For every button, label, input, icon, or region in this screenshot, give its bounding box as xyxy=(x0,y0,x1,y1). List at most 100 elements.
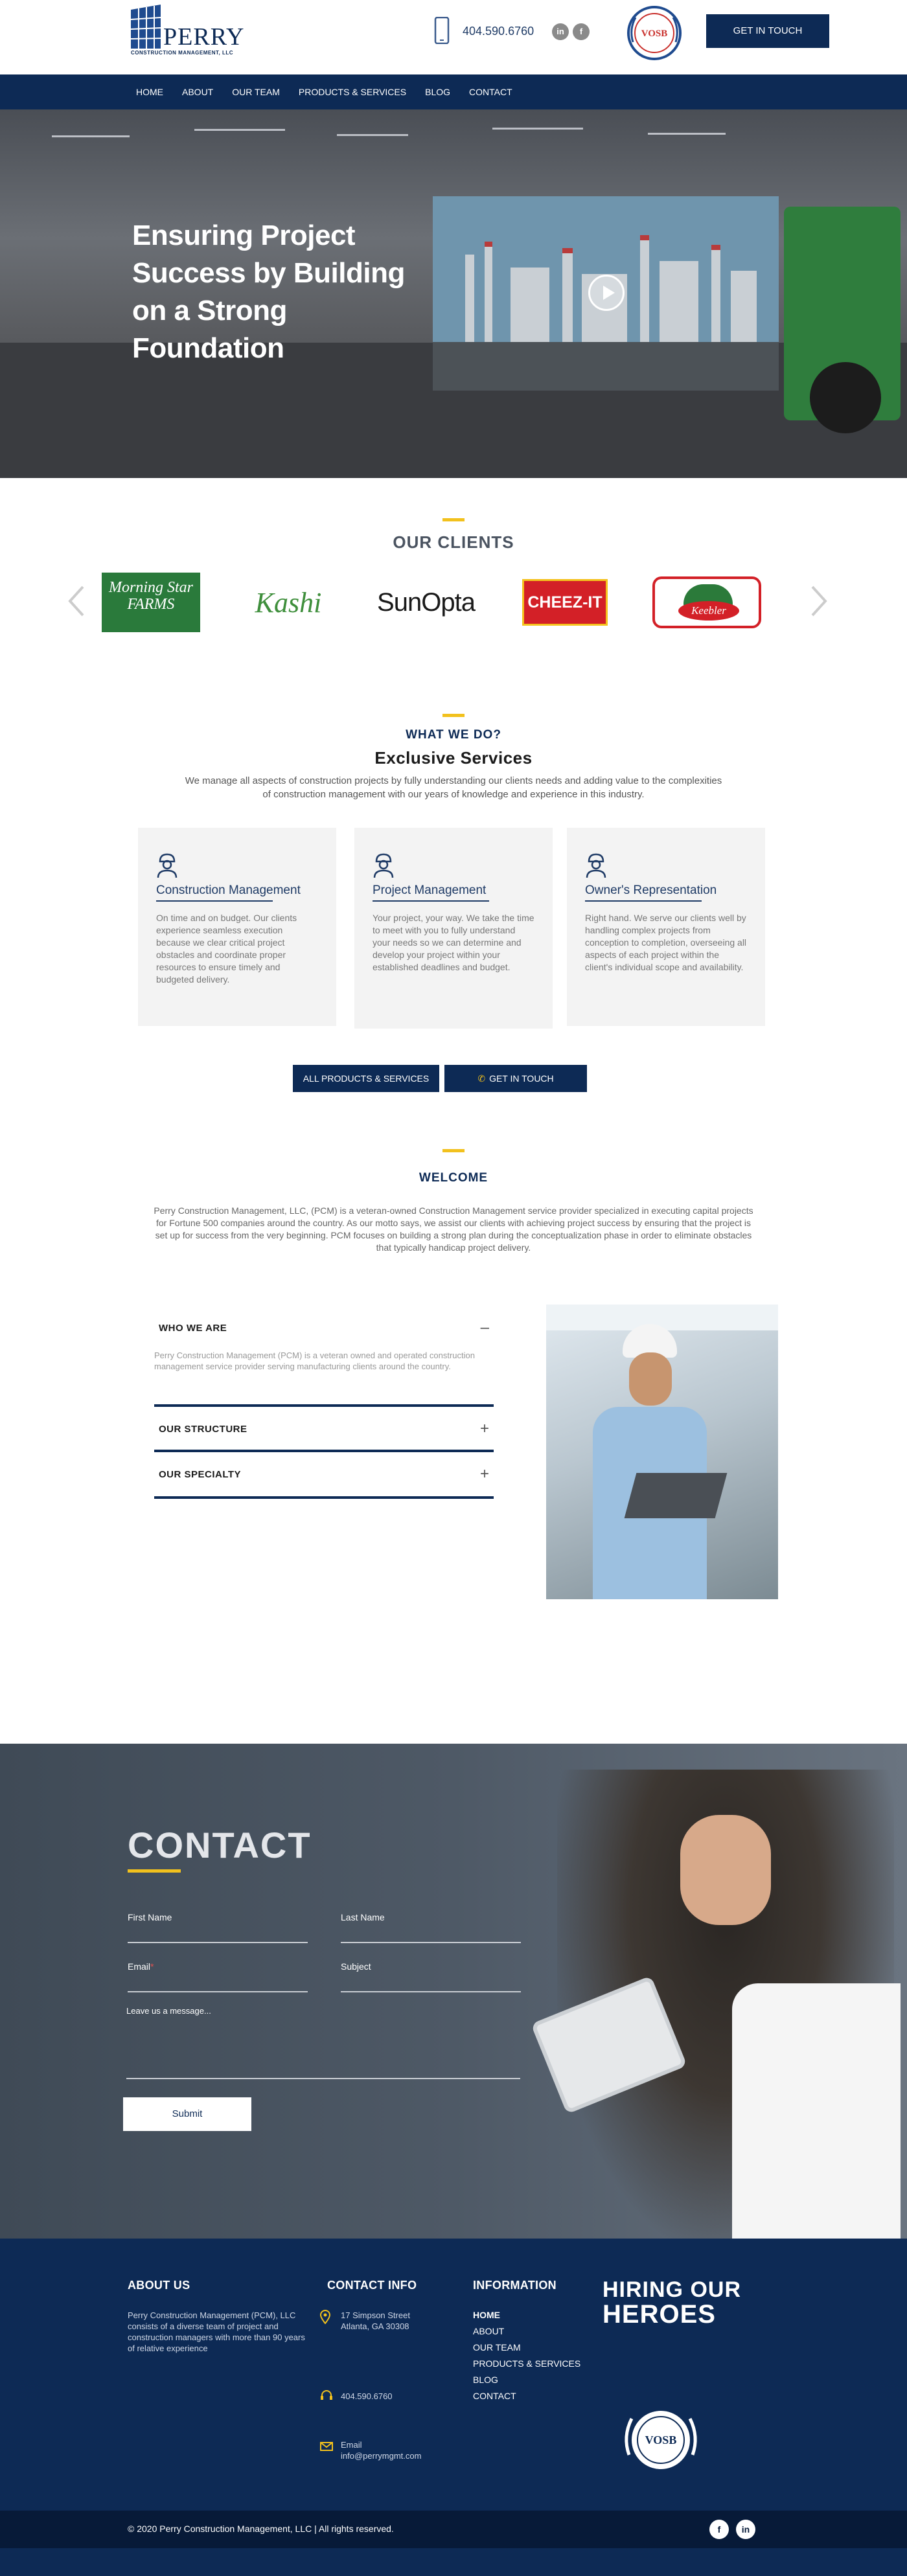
footer-info-title: INFORMATION xyxy=(473,2279,557,2292)
client-logo-keebler: Keebler xyxy=(651,573,763,632)
nav-list: HOME ABOUT OUR TEAM PRODUCTS & SERVICES … xyxy=(136,74,531,109)
field-underline xyxy=(128,1991,308,1992)
get-in-touch-button-secondary[interactable]: ✆ GET IN TOUCH xyxy=(444,1065,587,1092)
footer-link-about[interactable]: ABOUT xyxy=(473,2326,504,2336)
hero-title: Ensuring Project Success by Building on … xyxy=(132,220,405,364)
page-end-bar xyxy=(0,2548,907,2576)
main-navigation: HOME ABOUT OUR TEAM PRODUCTS & SERVICES … xyxy=(0,74,907,109)
nav-item-contact[interactable]: CONTACT xyxy=(469,74,512,109)
nav-item-blog[interactable]: BLOG xyxy=(425,74,450,109)
footer-phone[interactable]: 404.590.6760 xyxy=(341,2391,393,2402)
services-kicker: WHAT WE DO? xyxy=(406,728,501,742)
nav-item-about[interactable]: ABOUT xyxy=(182,74,213,109)
message-field[interactable] xyxy=(126,2018,520,2070)
service-card-construction[interactable]: Construction Management On time and on b… xyxy=(138,828,336,1026)
building-logo-icon xyxy=(130,5,161,49)
brand-subtitle: CONSTRUCTION MANAGEMENT, LLC xyxy=(131,50,233,56)
field-underline xyxy=(341,1942,521,1943)
email-field[interactable] xyxy=(128,1972,308,1990)
footer-about-text: Perry Construction Management (PCM), LLC… xyxy=(128,2310,305,2353)
last-name-field[interactable] xyxy=(341,1922,521,1941)
collapse-icon: – xyxy=(480,1319,489,1336)
forklift-wheel xyxy=(810,362,881,433)
footer-link-blog[interactable]: BLOG xyxy=(473,2375,498,2385)
footer-email[interactable]: info@perrymgmt.com xyxy=(341,2450,421,2461)
worker-icon xyxy=(157,853,178,878)
get-in-touch-button[interactable]: GET IN TOUCH xyxy=(706,14,829,48)
headset-icon xyxy=(321,2390,332,2400)
client-logo-cheezit: CHEEZ-IT xyxy=(522,573,608,632)
company-logo[interactable]: PERRY CONSTRUCTION MANAGEMENT, LLC xyxy=(130,3,244,56)
service-card-text: On time and on budget. Our clients exper… xyxy=(156,913,297,985)
footer-link-home[interactable]: HOME xyxy=(473,2310,500,2320)
accordion-divider xyxy=(154,1496,494,1499)
field-underline xyxy=(128,1942,308,1943)
all-products-services-button[interactable]: ALL PRODUCTS & SERVICES xyxy=(293,1065,439,1092)
accordion-our-structure[interactable]: OUR STRUCTURE + xyxy=(159,1419,489,1441)
keebler-frame: Keebler xyxy=(652,576,761,628)
footer-link-our-team[interactable]: OUR TEAM xyxy=(473,2342,521,2353)
section-accent xyxy=(442,714,465,717)
client-logo-sunopta: SunOpta xyxy=(366,573,486,632)
site-footer: ABOUT US Perry Construction Management (… xyxy=(0,2239,907,2511)
worker-icon xyxy=(373,853,394,878)
copyright-text: © 2020 Perry Construction Management, LL… xyxy=(128,2524,394,2534)
vosb-badge-text: VOSB xyxy=(641,28,668,39)
footer-link-contact[interactable]: CONTACT xyxy=(473,2391,516,2401)
facebook-icon[interactable]: f xyxy=(709,2520,729,2539)
linkedin-icon[interactable]: in xyxy=(552,23,569,40)
contact-accent xyxy=(128,1869,181,1873)
nav-item-our-team[interactable]: OUR TEAM xyxy=(232,74,280,109)
welcome-title: WELCOME xyxy=(419,1171,488,1185)
client-logo-text: CHEEZ-IT xyxy=(522,579,608,626)
carousel-next-arrow[interactable] xyxy=(810,585,828,617)
accordion-title: WHO WE ARE xyxy=(159,1323,227,1334)
nav-item-home[interactable]: HOME xyxy=(136,74,163,109)
heroes-line2: HEROES xyxy=(603,2300,716,2329)
client-logo-text: Kashi xyxy=(255,586,322,619)
submit-button[interactable]: Submit xyxy=(123,2097,251,2131)
accordion-who-we-are[interactable]: WHO WE ARE – xyxy=(159,1317,489,1339)
client-logo-morningstar: Morning Star FARMS xyxy=(102,573,200,632)
vosb-badge: VOSB xyxy=(627,6,682,60)
client-logo-text: SunOpta xyxy=(377,587,476,617)
client-logo-text: Keebler xyxy=(678,601,739,621)
service-card-owners-rep[interactable]: Owner's Representation Right hand. We se… xyxy=(567,828,765,1026)
footer-contact-title: CONTACT INFO xyxy=(327,2279,417,2292)
hero-video[interactable] xyxy=(433,196,779,391)
email-label: Email* xyxy=(128,1961,154,1972)
section-accent xyxy=(442,518,465,521)
nav-item-products-services[interactable]: PRODUCTS & SERVICES xyxy=(299,74,406,109)
ceiling-light xyxy=(648,133,726,135)
service-card-text: Your project, your way. We take the time… xyxy=(373,913,534,972)
message-label: Leave us a message... xyxy=(126,2006,211,2016)
accordion-our-specialty[interactable]: OUR SPECIALTY + xyxy=(159,1464,489,1486)
services-title: Exclusive Services xyxy=(374,748,533,768)
subject-field[interactable] xyxy=(341,1972,521,1990)
expand-icon: + xyxy=(479,1465,489,1483)
accordion-divider xyxy=(154,1450,494,1452)
linkedin-icon[interactable]: in xyxy=(736,2520,755,2539)
face xyxy=(629,1352,672,1406)
button-label: GET IN TOUCH xyxy=(489,1073,554,1084)
vosb-badge-text: VOSB xyxy=(645,2434,677,2446)
service-card-title: Project Management xyxy=(373,883,487,897)
brand-name: PERRY xyxy=(163,23,245,51)
vosb-badge-footer: VOSB xyxy=(625,2411,697,2469)
required-marker: * xyxy=(150,1961,154,1972)
hiring-our-heroes-logo[interactable]: HIRING OUR HEROES xyxy=(603,2277,741,2327)
phone-icon: ✆ xyxy=(477,1073,486,1084)
facebook-icon[interactable]: f xyxy=(573,23,590,40)
play-button[interactable] xyxy=(588,275,625,311)
carousel-prev-arrow[interactable] xyxy=(67,585,86,617)
envelope-icon xyxy=(320,2442,333,2451)
card-divider xyxy=(156,900,273,902)
card-divider xyxy=(585,900,702,902)
footer-link-products-services[interactable]: PRODUCTS & SERVICES xyxy=(473,2358,580,2369)
accordion-body: Perry Construction Management (PCM) is a… xyxy=(154,1351,475,1371)
accordion-title: OUR STRUCTURE xyxy=(159,1424,247,1435)
service-card-project[interactable]: Project Management Your project, your wa… xyxy=(354,828,553,1029)
phone-number: 404.590.6760 xyxy=(463,25,534,38)
first-name-field[interactable] xyxy=(128,1922,308,1941)
field-underline xyxy=(126,2078,520,2079)
